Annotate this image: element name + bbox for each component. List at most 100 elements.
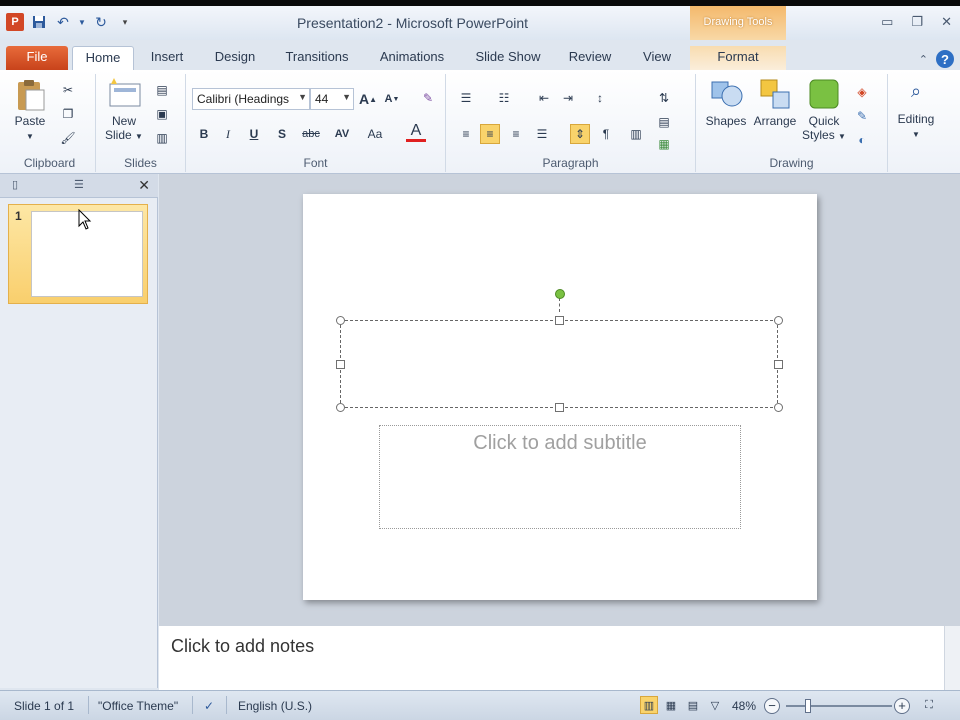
resize-handle[interactable] [336,403,345,412]
clear-formatting-icon[interactable]: ✎ [418,88,438,108]
text-direction-icon[interactable]: ⇅ [654,88,674,108]
new-slide-button[interactable]: New Slide ▼ [102,78,146,144]
paste-button[interactable]: Paste ▼ [10,78,50,144]
tab-design[interactable]: Design [200,46,270,70]
layout-icon[interactable]: ▤ [152,80,172,100]
resize-handle[interactable] [774,360,783,369]
zoom-in-button[interactable]: + [894,698,910,714]
editing-button[interactable]: ⌕ Editing ▼ [892,82,940,142]
tab-animations[interactable]: Animations [364,46,460,70]
shrink-font-button[interactable]: A ▼ [382,89,402,109]
bullets-icon[interactable]: ☰ [456,88,476,108]
resize-handle[interactable] [774,316,783,325]
bold-button[interactable]: B [194,124,214,144]
text-shadow-button[interactable]: S [272,124,292,144]
slide-sorter-icon[interactable]: ▦ [662,696,680,714]
format-painter-icon[interactable]: 🖌 [58,128,78,148]
restore-icon[interactable]: ❐ [911,14,923,30]
numbering-icon[interactable]: ☷ [494,88,514,108]
tab-insert[interactable]: Insert [140,46,194,70]
resize-handle[interactable] [555,316,564,325]
tab-home[interactable]: Home [72,46,134,70]
reset-icon[interactable]: ▣ [152,104,172,124]
title-placeholder[interactable] [336,316,783,412]
shape-effects-icon[interactable]: ◐ [852,130,872,150]
zoom-out-button[interactable]: − [764,698,780,714]
tab-file[interactable]: File [6,46,68,70]
change-case-button[interactable]: Aa [362,124,388,144]
paragraph-direction-icon[interactable]: ¶ [596,124,616,144]
tab-review[interactable]: Review [558,46,622,70]
shapes-button[interactable]: Shapes [702,78,750,128]
columns-icon[interactable]: ▥ [626,124,646,144]
tab-slide-show[interactable]: Slide Show [466,46,550,70]
chevron-down-icon: ▼ [298,92,307,102]
outline-tab-icon[interactable]: ☰ [74,178,90,192]
minimize-ribbon-icon[interactable]: ⌃ [919,53,928,66]
normal-view-icon[interactable]: ▥ [640,696,658,714]
notes-scrollbar[interactable] [944,626,960,690]
copy-icon[interactable]: ❐ [58,104,78,124]
convert-smartart-icon[interactable]: ▦ [654,134,674,154]
tab-view[interactable]: View [630,46,684,70]
zoom-slider-thumb[interactable] [805,699,811,713]
resize-handle[interactable] [336,360,345,369]
language[interactable]: English (U.S.) [238,699,312,713]
spell-check-icon[interactable]: ✓ [204,699,214,713]
font-size-combo[interactable]: 44 ▼ [310,88,354,110]
clipboard-group-label: Clipboard [23,156,76,170]
reading-view-icon[interactable]: ▤ [684,696,702,714]
shape-outline-icon[interactable]: ✎ [852,106,872,126]
minimize-icon[interactable]: ▭ [881,14,893,30]
decrease-indent-icon[interactable]: ⇤ [534,88,554,108]
resize-handle[interactable] [336,316,345,325]
tab-format[interactable]: Format [690,46,786,70]
font-name-combo[interactable]: Calibri (Headings ▼ [192,88,310,110]
drawing-tools-context-label: Drawing Tools [690,6,786,40]
subtitle-placeholder[interactable]: Click to add subtitle [379,425,741,529]
character-spacing-button[interactable]: AV [330,124,354,144]
drawing-group-label: Drawing [769,156,814,170]
help-icon[interactable]: ? [936,50,954,68]
close-pane-icon[interactable]: ✕ [138,177,150,194]
slide-show-icon[interactable]: ▽ [706,696,724,714]
notes-pane[interactable]: Click to add notes [159,622,960,690]
slides-tab-icon[interactable]: ▯ [12,178,28,192]
align-right-icon[interactable]: ≡ [506,124,526,144]
quick-styles-button[interactable]: Quick Styles ▼ [800,78,848,144]
shape-fill-icon[interactable]: ◈ [852,82,872,102]
zoom-slider[interactable] [786,705,892,707]
ribbon-tabs: File Home Insert Design Transitions Anim… [0,40,960,70]
slides-group-label: Slides [124,156,157,170]
strikethrough-button[interactable]: abc [298,124,324,144]
close-icon[interactable]: ✕ [941,14,952,30]
align-left-icon[interactable]: ≡ [456,124,476,144]
divider [192,696,193,714]
grow-font-button[interactable]: A ▲ [358,89,378,109]
font-color-button[interactable]: A [406,122,426,142]
line-spacing-icon[interactable]: ↕ [590,88,610,108]
resize-handle[interactable] [555,403,564,412]
cut-icon[interactable]: ✂ [58,80,78,100]
ribbon-right-controls: ⌃ ? [919,50,954,68]
underline-button[interactable]: U [244,124,264,144]
italic-button[interactable]: I [218,124,238,144]
rotation-handle[interactable] [555,289,565,299]
resize-handle[interactable] [774,403,783,412]
slide-canvas[interactable]: Click to add subtitle [303,194,817,600]
align-text-icon[interactable]: ⇕ [570,124,590,144]
arrange-button[interactable]: Arrange [750,78,800,128]
new-slide-label-2: Slide [105,128,132,142]
zoom-level[interactable]: 48% [732,699,756,713]
editing-group: ⌕ Editing ▼ [888,74,944,172]
center-icon[interactable]: ≡ [480,124,500,144]
increase-indent-icon[interactable]: ⇥ [558,88,578,108]
justify-icon[interactable]: ☰ [532,124,552,144]
tab-transitions[interactable]: Transitions [276,46,358,70]
fit-to-window-icon[interactable]: ⛶ [920,696,938,714]
quick-styles-icon [808,78,840,110]
slides-pane-tabs: ▯ ☰ ✕ [0,174,158,198]
new-slide-label-1: New [111,114,136,128]
align-text-vertical-icon[interactable]: ▤ [654,112,674,132]
section-icon[interactable]: ▥ [152,128,172,148]
